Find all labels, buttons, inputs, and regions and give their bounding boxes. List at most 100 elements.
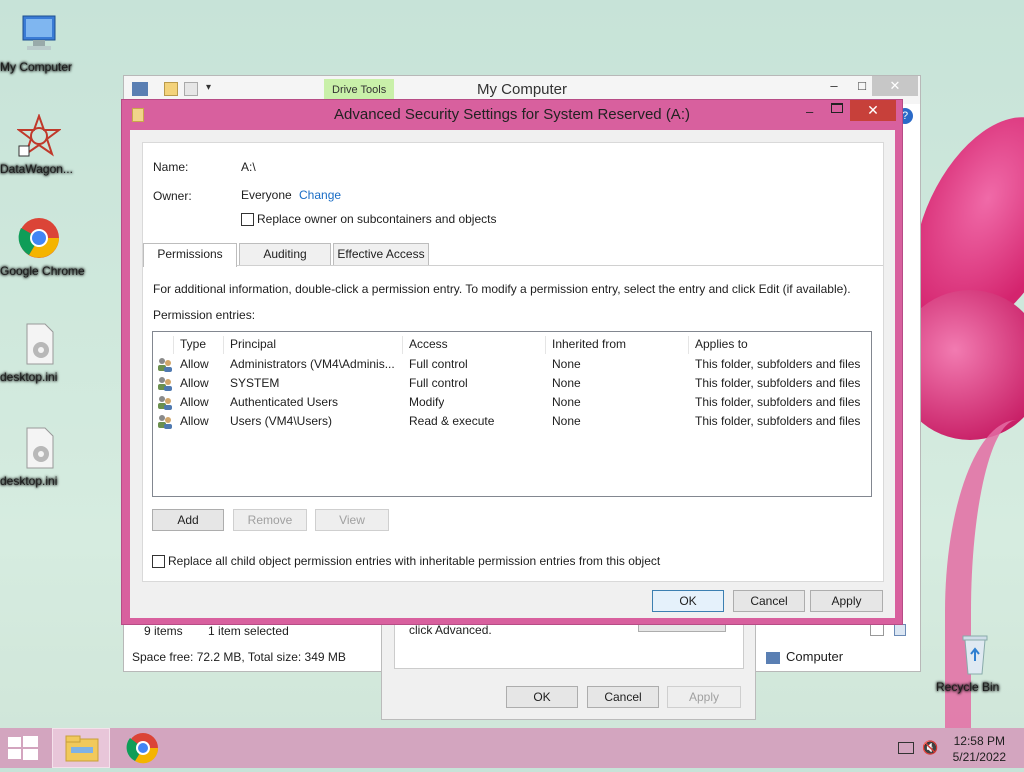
row-applies-to: This folder, subfolders and files	[695, 357, 861, 371]
row-applies-to: This folder, subfolders and files	[695, 376, 861, 390]
details-view-icon[interactable]	[870, 624, 884, 636]
row-access: Modify	[409, 395, 445, 409]
windows-logo-icon	[8, 736, 38, 760]
replace-child-permissions-label: Replace all child object permission entr…	[168, 554, 661, 568]
column-header-inherited-from[interactable]: Inherited from	[545, 336, 688, 354]
replace-owner-checkbox[interactable]	[241, 213, 254, 226]
desktop-icon-label: Google Chrome	[0, 264, 85, 278]
desktop-icon-desktop-ini[interactable]: desktop.ini	[0, 426, 78, 488]
window-title: My Computer	[476, 81, 568, 98]
desktop-icon-label: My Computer	[0, 60, 73, 74]
details-computer-label: Computer	[786, 649, 844, 664]
row-type: Allow	[180, 414, 209, 428]
name-value: A:\	[241, 160, 256, 174]
remove-button[interactable]: Remove	[233, 509, 307, 531]
owner-value: Everyone	[241, 188, 292, 202]
tab-permissions[interactable]: Permissions	[143, 243, 237, 267]
tab-effective-access[interactable]: Effective Access	[333, 243, 429, 265]
row-type: Allow	[180, 357, 209, 371]
row-inherited-from: None	[552, 395, 581, 409]
row-principal: Users (VM4\Users)	[230, 414, 333, 428]
taskbar-chrome[interactable]	[114, 728, 172, 768]
apply-button[interactable]: Apply	[810, 590, 883, 612]
replace-owner-label: Replace owner on subcontainers and objec…	[257, 212, 497, 226]
chrome-icon	[17, 216, 61, 260]
datawagon-icon	[16, 113, 62, 158]
desktop-icon-recycle-bin[interactable]: Recycle Bin	[936, 632, 1014, 694]
column-header-access[interactable]: Access	[402, 336, 545, 354]
row-applies-to: This folder, subfolders and files	[695, 395, 861, 409]
name-label: Name:	[153, 160, 189, 174]
advanced-security-dialog: Advanced Security Settings for System Re…	[121, 99, 903, 625]
desktop-icon-label: Recycle Bin	[936, 680, 1000, 694]
settings-file-icon	[17, 426, 61, 470]
chrome-icon	[126, 733, 159, 764]
minimize-button[interactable]: –	[806, 104, 813, 119]
close-button[interactable]: ✕	[850, 100, 896, 121]
close-button[interactable]: ✕	[872, 76, 918, 96]
row-inherited-from: None	[552, 357, 581, 371]
properties-apply-button[interactable]: Apply	[667, 686, 741, 708]
row-type: Allow	[180, 376, 209, 390]
desktop-icon-chrome[interactable]: Google Chrome	[0, 216, 85, 278]
monitor-icon	[17, 12, 61, 56]
space-info: Space free: 72.2 MB, Total size: 349 MB	[132, 650, 346, 664]
info-text: For additional information, double-click…	[153, 282, 851, 296]
add-button[interactable]: Add	[152, 509, 224, 531]
large-icons-view-icon[interactable]	[894, 624, 906, 636]
users-icon	[158, 377, 172, 391]
permission-entries-label: Permission entries:	[153, 308, 256, 322]
status-bar: 9 items 1 item selected	[132, 624, 289, 638]
column-header-type[interactable]: Type	[173, 336, 223, 354]
row-principal: SYSTEM	[230, 376, 280, 390]
column-header-applies-to[interactable]: Applies to	[688, 336, 868, 354]
column-header-principal[interactable]: Principal	[223, 336, 403, 354]
maximize-button[interactable]	[831, 103, 843, 113]
change-owner-link[interactable]: Change	[299, 188, 341, 202]
desktop-icon-datawagon[interactable]: DataWagon...	[0, 113, 78, 176]
table-row[interactable]: Allow Users (VM4\Users) Read & execute N…	[153, 412, 871, 431]
permission-entries-list[interactable]: Type Principal Access Inherited from App…	[152, 331, 872, 497]
replace-child-permissions-checkbox[interactable]	[152, 555, 165, 568]
owner-label: Owner:	[153, 189, 192, 203]
taskbar-file-explorer[interactable]	[52, 728, 110, 768]
properties-ok-button[interactable]: OK	[506, 686, 578, 708]
computer-icon	[766, 651, 780, 664]
minimize-button[interactable]: –	[820, 76, 848, 96]
table-row[interactable]: Allow SYSTEM Full control None This fold…	[153, 374, 871, 393]
desktop-icon-my-computer[interactable]: My Computer	[0, 12, 78, 74]
clock-time: 12:58 PM	[953, 734, 1005, 748]
row-inherited-from: None	[552, 376, 581, 390]
row-access: Full control	[409, 357, 468, 371]
users-icon	[158, 415, 172, 429]
settings-file-icon	[17, 322, 61, 366]
details-computer-item: Computer	[766, 649, 843, 664]
dialog-body: Name: A:\ Owner: Everyone Change Replace…	[130, 130, 895, 618]
tab-auditing[interactable]: Auditing	[239, 243, 331, 265]
table-row[interactable]: Allow Administrators (VM4\Adminis... Ful…	[153, 355, 871, 374]
row-applies-to: This folder, subfolders and files	[695, 414, 861, 428]
tab-divider	[143, 265, 883, 266]
speaker-muted-icon[interactable]: 🔇	[922, 740, 938, 756]
network-icon[interactable]	[898, 742, 914, 754]
view-button[interactable]: View	[315, 509, 389, 531]
users-icon	[158, 396, 172, 410]
item-count: 9 items	[144, 624, 183, 638]
taskbar: 🔇 12:58 PM 5/21/2022	[0, 728, 1024, 768]
selected-count: 1 item selected	[208, 624, 289, 638]
row-access: Full control	[409, 376, 468, 390]
start-button[interactable]	[8, 736, 40, 762]
properties-hint-text: click Advanced.	[409, 623, 492, 637]
clock[interactable]: 12:58 PM 5/21/2022	[953, 733, 1006, 765]
ok-button[interactable]: OK	[652, 590, 724, 612]
clock-date: 5/21/2022	[952, 750, 1006, 764]
dialog-title: Advanced Security Settings for System Re…	[334, 106, 690, 123]
properties-cancel-button[interactable]: Cancel	[587, 686, 659, 708]
row-access: Read & execute	[409, 414, 495, 428]
row-principal: Administrators (VM4\Adminis...	[230, 357, 395, 371]
desktop-icon-desktop-ini[interactable]: desktop.ini	[0, 322, 78, 384]
cancel-button[interactable]: Cancel	[733, 590, 805, 612]
table-row[interactable]: Allow Authenticated Users Modify None Th…	[153, 393, 871, 412]
row-principal: Authenticated Users	[230, 395, 339, 409]
users-icon	[158, 358, 172, 372]
